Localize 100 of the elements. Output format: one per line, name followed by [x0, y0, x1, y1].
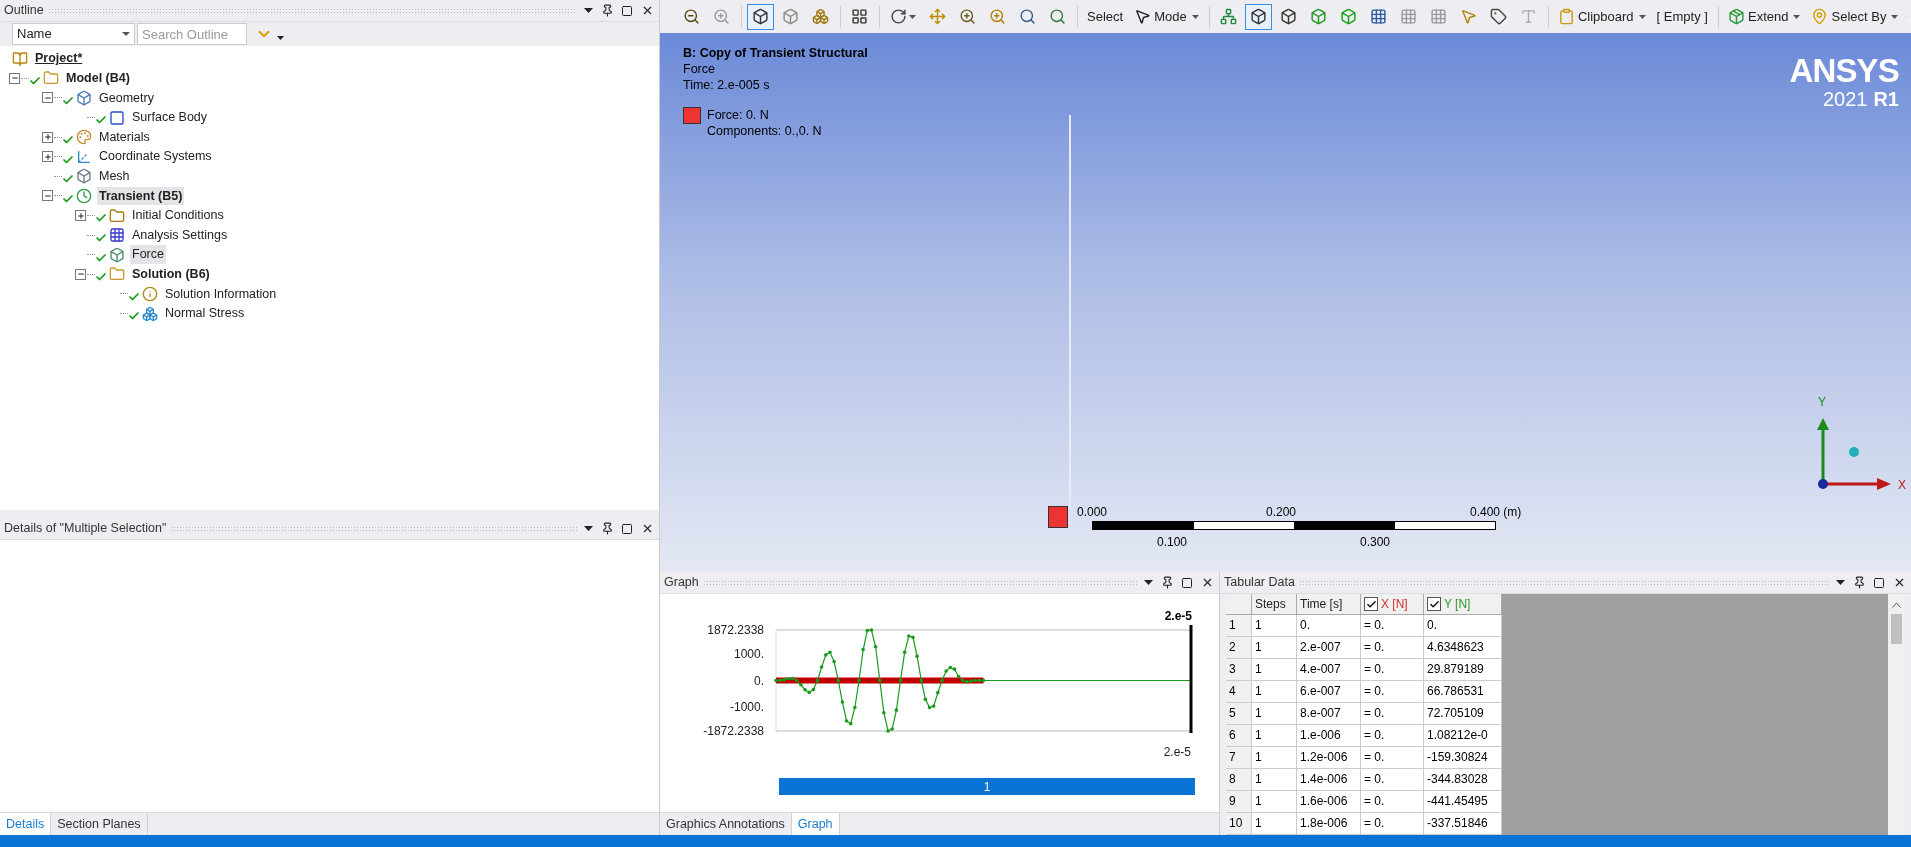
- dropdown-icon: [1835, 580, 1845, 585]
- table-cell: = 0.: [1361, 703, 1424, 725]
- axis-label: Y: [1818, 394, 1826, 411]
- table-cell: 1: [1252, 637, 1297, 659]
- expand-toggle[interactable]: [75, 210, 86, 222]
- collapse-toggle[interactable]: [75, 268, 86, 280]
- tree-item[interactable]: Model (B4): [64, 69, 132, 88]
- toolbar-button[interactable]: Select: [1083, 3, 1128, 30]
- logo-text: ANSYS: [1789, 54, 1899, 87]
- toolbar-button[interactable]: [ Empty ]: [1652, 3, 1712, 30]
- text-icon: [1519, 8, 1537, 25]
- tree-item[interactable]: Solution Information: [163, 284, 279, 304]
- plus-icon: [43, 152, 52, 161]
- graphics-viewport[interactable]: B: Copy of Transient Structural Force Time: 2.e-005 s Force: 0. N Components: 0.,0. N ANSYS 2021 R1 0.000 0.200 0.400 (m) 0.100 0.300 Y X: [660, 36, 1911, 572]
- dropdown-icon: [583, 526, 593, 531]
- caret-icon: [1191, 14, 1199, 19]
- table-cell: = 0.: [1361, 615, 1424, 637]
- legend-label: Force: 0. N: [707, 107, 770, 123]
- column-label: X [N]: [1381, 596, 1408, 613]
- step-bar[interactable]: 1: [779, 778, 1195, 795]
- check-icon: [1428, 598, 1440, 610]
- table-cell: 1: [1252, 725, 1297, 747]
- expand-toggle[interactable]: [42, 151, 53, 163]
- table-cell: 1: [1252, 747, 1297, 769]
- viewport-title: B: Copy of Transient Structural: [683, 45, 868, 61]
- dropdown-icon: [1143, 580, 1153, 585]
- collapse-toggle[interactable]: [42, 190, 53, 202]
- tree-item[interactable]: Transient (B5): [97, 186, 185, 206]
- filter-dropdown[interactable]: Name: [12, 23, 135, 45]
- tree-item[interactable]: Force: [130, 245, 166, 265]
- tree-item[interactable]: Solution (B6): [130, 264, 212, 284]
- panel-title: Tabular Data: [1224, 574, 1295, 592]
- cube-icon: [1279, 8, 1297, 25]
- tree-item[interactable]: Normal Stress: [163, 304, 247, 323]
- search-field[interactable]: Search Outline: [137, 23, 247, 45]
- cube-icon: [1309, 8, 1327, 25]
- marker-label: 2.e-5: [1164, 609, 1192, 623]
- time-marker[interactable]: [1189, 625, 1193, 733]
- row-number: 3: [1226, 659, 1252, 681]
- panel-tab[interactable]: Graph: [791, 813, 840, 835]
- collapse-toggle[interactable]: [9, 72, 20, 84]
- pin-icon: [1852, 576, 1866, 589]
- scroll-thumb[interactable]: [1891, 614, 1902, 644]
- tree-item[interactable]: Geometry: [97, 88, 156, 108]
- column-header[interactable]: Time [s]: [1297, 594, 1361, 615]
- cubes-icon: [142, 305, 158, 322]
- minus-icon: [43, 94, 52, 102]
- maximize-icon: [1181, 576, 1193, 589]
- table-cell: 2.e-007: [1297, 637, 1361, 659]
- cube-icon: [781, 8, 799, 25]
- column-header[interactable]: Steps: [1252, 594, 1297, 615]
- scale-label: 0.000: [1077, 504, 1108, 521]
- expand-toggle[interactable]: [42, 131, 53, 143]
- row-number: 8: [1226, 769, 1252, 791]
- table-cell: 0.: [1297, 615, 1361, 637]
- y-tick-label: -1000.: [729, 700, 764, 715]
- cursor-icon: [1134, 8, 1152, 25]
- tree-item[interactable]: Mesh: [97, 167, 132, 186]
- table-cell: 1: [1252, 791, 1297, 813]
- scroll-up-icon[interactable]: [1892, 602, 1901, 608]
- tree-item[interactable]: Initial Conditions: [130, 206, 226, 225]
- row-number: 5: [1226, 703, 1252, 725]
- cube-button[interactable]: [1244, 3, 1272, 30]
- y-tick-label: 0.: [754, 673, 764, 688]
- collapse-toggle[interactable]: [42, 92, 53, 104]
- cube-icon: [1249, 8, 1267, 25]
- tree-item[interactable]: Materials: [97, 127, 152, 147]
- table-cell: 4.e-007: [1297, 659, 1361, 681]
- toolbar-button[interactable]: Mode: [1130, 3, 1203, 30]
- panel-tab[interactable]: Details: [0, 813, 52, 835]
- column-label: Time [s]: [1300, 596, 1343, 613]
- rotate-icon: [889, 8, 907, 25]
- maximize-icon: [621, 522, 633, 535]
- dropdown-icon[interactable]: [277, 36, 284, 40]
- toolbar-button[interactable]: Select By: [1807, 3, 1903, 30]
- column-checkbox[interactable]: [1427, 597, 1441, 611]
- tree-item[interactable]: Coordinate Systems: [97, 147, 214, 167]
- table-cell: 1.e-006: [1297, 725, 1361, 747]
- clock-icon: [76, 187, 92, 204]
- scale-label: 0.400 (m): [1470, 504, 1522, 521]
- zoom-in-icon: [958, 8, 976, 25]
- cube-icon: [109, 246, 125, 263]
- square-icon: [109, 109, 125, 126]
- tree-item[interactable]: Project*: [33, 49, 85, 69]
- tree-item[interactable]: Surface Body: [130, 108, 210, 127]
- table-cell: = 0.: [1361, 725, 1424, 747]
- axis-end-label: 2.e-5: [1163, 745, 1191, 759]
- column-checkbox[interactable]: [1364, 597, 1378, 611]
- toolbar-button[interactable]: Clipboard: [1553, 3, 1650, 30]
- row-number: 1: [1226, 615, 1252, 637]
- book-icon: [12, 50, 28, 67]
- toolbar-button[interactable]: Extend: [1724, 3, 1805, 30]
- grid-icon: [850, 8, 868, 25]
- time-label: Time: 2.e-005 s: [683, 77, 770, 93]
- table-cell: 1: [1252, 703, 1297, 725]
- tree-item[interactable]: Analysis Settings: [130, 225, 230, 245]
- row-number: 4: [1226, 681, 1252, 703]
- cube-button[interactable]: [746, 3, 774, 30]
- scale-label: 0.300: [1360, 534, 1391, 551]
- column-header[interactable]: X [N]: [1361, 594, 1424, 615]
